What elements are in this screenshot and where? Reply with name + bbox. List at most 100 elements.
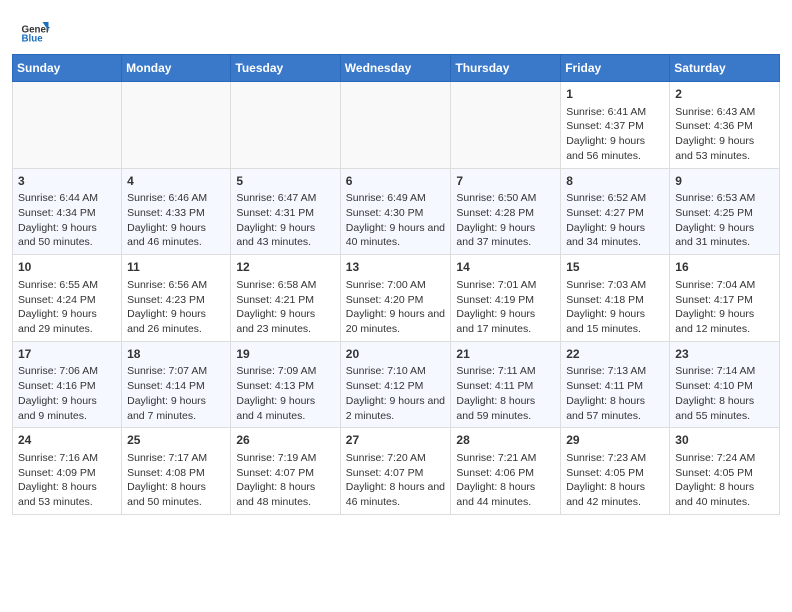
day-info-line: Daylight: 9 hours and 29 minutes. [18,307,116,336]
day-number: 19 [236,346,334,363]
weekday-header-tuesday: Tuesday [231,55,340,82]
day-info-line: Daylight: 8 hours and 48 minutes. [236,480,334,509]
day-info-line: Sunset: 4:05 PM [566,466,664,481]
day-number: 29 [566,432,664,449]
calendar-table: SundayMondayTuesdayWednesdayThursdayFrid… [12,54,780,515]
day-info-line: Daylight: 9 hours and 50 minutes. [18,221,116,250]
day-info-line: Sunset: 4:07 PM [346,466,446,481]
calendar-cell: 24Sunrise: 7:16 AMSunset: 4:09 PMDayligh… [13,428,122,515]
day-info-line: Sunrise: 7:09 AM [236,364,334,379]
calendar-cell: 11Sunrise: 6:56 AMSunset: 4:23 PMDayligh… [122,255,231,342]
day-info-line: Sunrise: 6:53 AM [675,191,774,206]
day-number: 1 [566,86,664,103]
calendar-body: 1Sunrise: 6:41 AMSunset: 4:37 PMDaylight… [13,82,780,515]
day-number: 3 [18,173,116,190]
calendar-cell: 19Sunrise: 7:09 AMSunset: 4:13 PMDayligh… [231,341,340,428]
day-info-line: Sunrise: 7:11 AM [456,364,555,379]
day-info-line: Daylight: 8 hours and 55 minutes. [675,394,774,423]
day-number: 21 [456,346,555,363]
calendar-week-4: 17Sunrise: 7:06 AMSunset: 4:16 PMDayligh… [13,341,780,428]
weekday-header-monday: Monday [122,55,231,82]
day-number: 10 [18,259,116,276]
day-info-line: Daylight: 9 hours and 7 minutes. [127,394,225,423]
day-info-line: Sunrise: 7:03 AM [566,278,664,293]
day-info-line: Sunset: 4:30 PM [346,206,446,221]
day-number: 24 [18,432,116,449]
day-info-line: Daylight: 8 hours and 50 minutes. [127,480,225,509]
day-info-line: Daylight: 8 hours and 42 minutes. [566,480,664,509]
calendar-cell: 6Sunrise: 6:49 AMSunset: 4:30 PMDaylight… [340,168,451,255]
day-info-line: Sunset: 4:27 PM [566,206,664,221]
calendar-cell: 12Sunrise: 6:58 AMSunset: 4:21 PMDayligh… [231,255,340,342]
day-info-line: Daylight: 9 hours and 40 minutes. [346,221,446,250]
day-info-line: Sunrise: 7:20 AM [346,451,446,466]
day-number: 5 [236,173,334,190]
calendar-week-5: 24Sunrise: 7:16 AMSunset: 4:09 PMDayligh… [13,428,780,515]
day-info-line: Sunset: 4:17 PM [675,293,774,308]
day-info-line: Daylight: 9 hours and 46 minutes. [127,221,225,250]
day-info-line: Sunset: 4:07 PM [236,466,334,481]
day-number: 6 [346,173,446,190]
day-info-line: Sunset: 4:31 PM [236,206,334,221]
calendar-cell: 21Sunrise: 7:11 AMSunset: 4:11 PMDayligh… [451,341,561,428]
day-number: 20 [346,346,446,363]
day-number: 18 [127,346,225,363]
day-info-line: Daylight: 9 hours and 43 minutes. [236,221,334,250]
day-info-line: Sunrise: 7:23 AM [566,451,664,466]
day-info-line: Daylight: 9 hours and 15 minutes. [566,307,664,336]
day-info-line: Sunset: 4:16 PM [18,379,116,394]
day-info-line: Daylight: 8 hours and 53 minutes. [18,480,116,509]
logo[interactable]: General Blue [20,16,50,46]
day-info-line: Sunset: 4:08 PM [127,466,225,481]
day-info-line: Daylight: 9 hours and 23 minutes. [236,307,334,336]
day-info-line: Sunrise: 7:06 AM [18,364,116,379]
day-info-line: Daylight: 9 hours and 56 minutes. [566,134,664,163]
day-info-line: Sunrise: 7:00 AM [346,278,446,293]
day-info-line: Daylight: 9 hours and 34 minutes. [566,221,664,250]
weekday-header-thursday: Thursday [451,55,561,82]
calendar-cell: 28Sunrise: 7:21 AMSunset: 4:06 PMDayligh… [451,428,561,515]
day-info-line: Daylight: 9 hours and 9 minutes. [18,394,116,423]
day-info-line: Daylight: 9 hours and 26 minutes. [127,307,225,336]
day-number: 25 [127,432,225,449]
weekday-header-sunday: Sunday [13,55,122,82]
calendar-cell: 7Sunrise: 6:50 AMSunset: 4:28 PMDaylight… [451,168,561,255]
day-number: 8 [566,173,664,190]
day-number: 28 [456,432,555,449]
day-info-line: Sunrise: 6:44 AM [18,191,116,206]
day-info-line: Sunset: 4:28 PM [456,206,555,221]
day-number: 27 [346,432,446,449]
calendar-cell [122,82,231,169]
day-info-line: Sunrise: 6:58 AM [236,278,334,293]
svg-text:Blue: Blue [22,34,44,45]
calendar-cell: 27Sunrise: 7:20 AMSunset: 4:07 PMDayligh… [340,428,451,515]
day-info-line: Sunrise: 7:16 AM [18,451,116,466]
day-number: 13 [346,259,446,276]
day-info-line: Sunset: 4:20 PM [346,293,446,308]
day-info-line: Sunrise: 7:14 AM [675,364,774,379]
day-number: 7 [456,173,555,190]
calendar-cell: 8Sunrise: 6:52 AMSunset: 4:27 PMDaylight… [561,168,670,255]
calendar-cell: 20Sunrise: 7:10 AMSunset: 4:12 PMDayligh… [340,341,451,428]
day-info-line: Sunrise: 6:43 AM [675,105,774,120]
day-info-line: Sunset: 4:37 PM [566,119,664,134]
day-number: 9 [675,173,774,190]
day-info-line: Sunset: 4:21 PM [236,293,334,308]
day-info-line: Sunset: 4:11 PM [456,379,555,394]
calendar-cell: 17Sunrise: 7:06 AMSunset: 4:16 PMDayligh… [13,341,122,428]
day-info-line: Sunrise: 7:01 AM [456,278,555,293]
day-info-line: Sunrise: 6:56 AM [127,278,225,293]
day-info-line: Daylight: 8 hours and 59 minutes. [456,394,555,423]
day-info-line: Sunrise: 7:04 AM [675,278,774,293]
day-info-line: Sunset: 4:33 PM [127,206,225,221]
calendar-cell: 5Sunrise: 6:47 AMSunset: 4:31 PMDaylight… [231,168,340,255]
calendar-cell: 14Sunrise: 7:01 AMSunset: 4:19 PMDayligh… [451,255,561,342]
calendar-cell: 13Sunrise: 7:00 AMSunset: 4:20 PMDayligh… [340,255,451,342]
day-number: 23 [675,346,774,363]
day-info-line: Sunrise: 6:46 AM [127,191,225,206]
day-info-line: Daylight: 9 hours and 12 minutes. [675,307,774,336]
day-info-line: Sunset: 4:05 PM [675,466,774,481]
day-info-line: Sunset: 4:23 PM [127,293,225,308]
day-number: 22 [566,346,664,363]
calendar-cell: 22Sunrise: 7:13 AMSunset: 4:11 PMDayligh… [561,341,670,428]
